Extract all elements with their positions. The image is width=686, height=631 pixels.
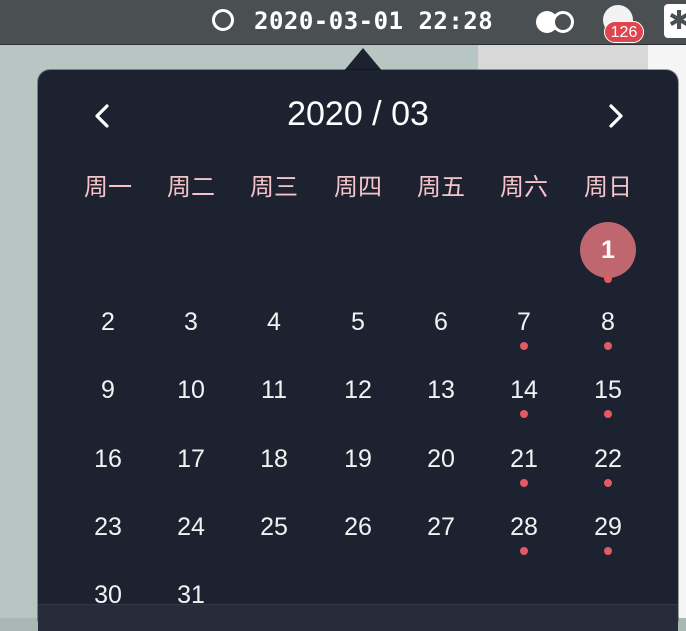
next-month-button[interactable] [596, 96, 636, 136]
prev-month-button[interactable] [82, 96, 122, 136]
weekday-label: 周三 [250, 173, 298, 201]
day-cell[interactable]: 20 [413, 431, 469, 487]
day-cell[interactable]: 11 [246, 362, 302, 418]
day-cell[interactable]: 6 [413, 294, 469, 350]
day-cell[interactable]: 4 [246, 294, 302, 350]
day-cell[interactable]: 19 [330, 431, 386, 487]
day-cell[interactable]: 24 [163, 499, 219, 555]
day-cell[interactable]: 17 [163, 431, 219, 487]
asterisk-icon[interactable]: ✱ [664, 4, 686, 38]
event-dot [520, 342, 528, 350]
weekday-label: 周日 [584, 173, 632, 201]
weekday-label: 周二 [167, 173, 215, 201]
calendar-popover: 2020 / 03 周一 周二 周三 周四 周五 周六 周日 1 2 3 4 5 6 7 8 9 10 11 12… [38, 70, 678, 631]
notification-badge: 126 [604, 21, 644, 43]
event-dot [520, 547, 528, 555]
day-cell[interactable]: 10 [163, 362, 219, 418]
event-dot [520, 479, 528, 487]
event-dot [604, 479, 612, 487]
menubar-datetime[interactable]: 2020-03-01 22:28 [254, 5, 493, 37]
day-cell[interactable]: 12 [330, 362, 386, 418]
day-cell[interactable]: 2 [80, 294, 136, 350]
day-cell[interactable]: 5 [330, 294, 386, 350]
event-dot [604, 275, 612, 283]
month-title: 2020 / 03 [287, 95, 429, 133]
day-cell[interactable]: 26 [330, 499, 386, 555]
day-cell[interactable]: 27 [413, 499, 469, 555]
day-cell[interactable]: 18 [246, 431, 302, 487]
clock-icon[interactable] [212, 9, 234, 31]
weekday-label: 周六 [500, 173, 548, 201]
toggle-icon[interactable] [536, 10, 580, 34]
menu-bar: 2020-03-01 22:28 126 ✱ [0, 0, 686, 45]
day-cell[interactable]: 9 [80, 362, 136, 418]
weekday-label: 周四 [334, 173, 382, 201]
chevron-left-icon [95, 104, 109, 128]
day-cell-today[interactable]: 1 [580, 222, 636, 278]
event-dot [604, 410, 612, 418]
day-cell[interactable]: 3 [163, 294, 219, 350]
chevron-right-icon [609, 104, 623, 128]
day-cell[interactable]: 16 [80, 431, 136, 487]
popover-arrow [343, 48, 383, 72]
event-dot [604, 342, 612, 350]
event-dot [520, 410, 528, 418]
day-cell[interactable]: 13 [413, 362, 469, 418]
weekday-label: 周一 [84, 173, 132, 201]
day-cell[interactable]: 23 [80, 499, 136, 555]
event-dot [604, 547, 612, 555]
day-cell[interactable]: 25 [246, 499, 302, 555]
weekday-label: 周五 [417, 173, 465, 201]
